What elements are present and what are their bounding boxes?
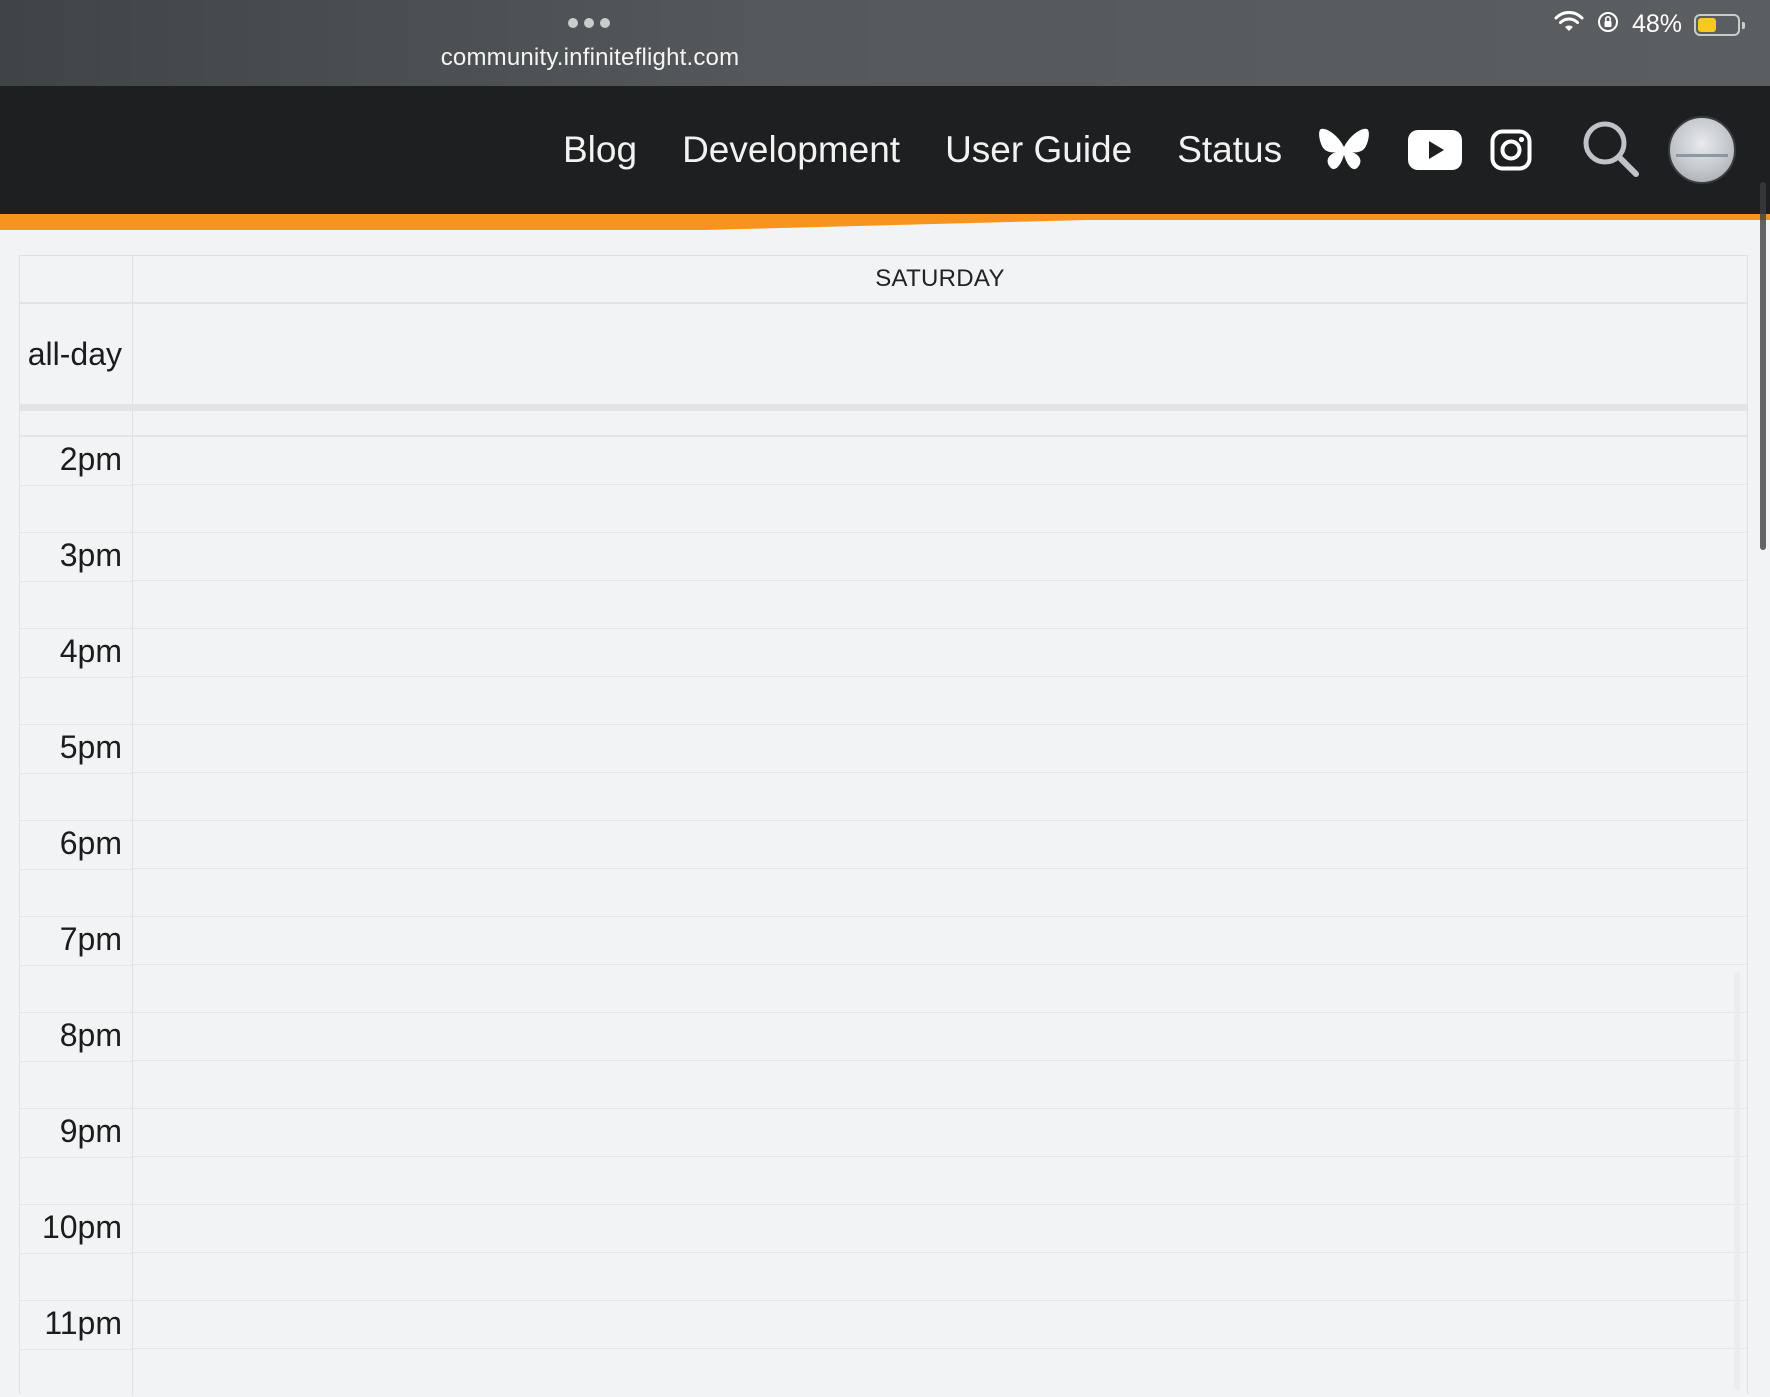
time-axis-cell: 3pm <box>20 532 133 628</box>
hour-row: 9pm <box>20 1108 1747 1204</box>
time-slot[interactable] <box>133 1012 1747 1060</box>
hour-row: 11pm <box>20 1300 1747 1396</box>
hour-slot <box>133 1204 1747 1300</box>
hour-label: 7pm <box>59 921 122 957</box>
time-axis-header <box>20 256 133 302</box>
time-slot[interactable] <box>133 772 1747 820</box>
battery-icon <box>1694 13 1745 36</box>
time-axis-cell: 5pm <box>20 724 133 820</box>
hour-slot <box>133 1012 1747 1108</box>
time-slot[interactable] <box>133 916 1747 964</box>
nav-link-blog[interactable]: Blog <box>563 129 637 171</box>
hour-label: 4pm <box>59 633 122 669</box>
hour-slot <box>133 820 1747 916</box>
time-slot[interactable] <box>133 532 1747 580</box>
hour-slot <box>133 724 1747 820</box>
youtube-icon[interactable] <box>1408 130 1462 170</box>
orientation-lock-icon <box>1596 10 1620 39</box>
time-slot[interactable] <box>133 1060 1747 1108</box>
hour-label: 11pm <box>44 1305 122 1341</box>
hour-slot <box>133 436 1747 532</box>
more-dots-icon[interactable] <box>568 18 610 28</box>
hour-slot <box>133 916 1747 1012</box>
time-slot[interactable] <box>133 411 1747 435</box>
site-header: Blog Development User Guide Status <box>0 86 1770 214</box>
header-accent-bar <box>0 214 1770 230</box>
time-axis-cell: 10pm <box>20 1204 133 1300</box>
system-status: 48% <box>1554 10 1745 39</box>
time-axis-cell: 8pm <box>20 1012 133 1108</box>
wifi-icon <box>1554 11 1584 38</box>
time-slot[interactable] <box>133 580 1747 628</box>
time-slot[interactable] <box>133 676 1747 724</box>
time-axis-cell: 4pm <box>20 628 133 724</box>
hour-row: 6pm <box>20 820 1747 916</box>
hour-row: 5pm <box>20 724 1747 820</box>
time-axis-cell: 9pm <box>20 1108 133 1204</box>
time-slot[interactable] <box>133 628 1747 676</box>
instagram-icon[interactable] <box>1490 129 1532 171</box>
time-grid: 2pm 3pm 4pm 5pm 6pm 7pm 8pm 9pm 10pm 11pm <box>20 436 1747 1396</box>
allday-label: all-day <box>20 304 133 404</box>
time-slot[interactable] <box>133 1108 1747 1156</box>
time-slot[interactable] <box>133 1300 1747 1348</box>
hour-row: 7pm <box>20 916 1747 1012</box>
butterfly-icon[interactable] <box>1318 127 1370 173</box>
time-axis-cell: 2pm <box>20 436 133 532</box>
hour-slot <box>133 628 1747 724</box>
social-icons <box>1318 86 1532 214</box>
hour-label: 5pm <box>59 729 122 765</box>
time-slot[interactable] <box>133 1204 1747 1252</box>
time-axis-cell: 6pm <box>20 820 133 916</box>
hour-label: 6pm <box>59 825 122 861</box>
hour-row: 8pm <box>20 1012 1747 1108</box>
allday-row: all-day <box>20 304 1747 411</box>
hour-row: 10pm <box>20 1204 1747 1300</box>
time-slot[interactable] <box>133 1348 1747 1396</box>
hour-label: 10pm <box>41 1209 122 1245</box>
nav-link-status[interactable]: Status <box>1177 129 1282 171</box>
day-header: SATURDAY <box>875 265 1005 292</box>
time-slot[interactable] <box>133 868 1747 916</box>
hour-label: 9pm <box>59 1113 122 1149</box>
time-slot[interactable] <box>133 1156 1747 1204</box>
calendar-scrollbar[interactable] <box>1734 972 1740 1390</box>
hour-label: 8pm <box>59 1017 122 1053</box>
hour-row: 4pm <box>20 628 1747 724</box>
url-label[interactable]: community.infiniteflight.com <box>330 44 850 72</box>
calendar-header: SATURDAY <box>20 256 1747 304</box>
hour-slot <box>133 532 1747 628</box>
hour-label: 3pm <box>59 537 122 573</box>
time-slot[interactable] <box>133 724 1747 772</box>
hour-label: 2pm <box>59 441 122 477</box>
search-icon[interactable] <box>1580 118 1642 185</box>
page-scrollbar[interactable] <box>1760 182 1766 550</box>
time-axis-cell: 7pm <box>20 916 133 1012</box>
time-slot[interactable] <box>133 820 1747 868</box>
time-slot[interactable] <box>133 1252 1747 1300</box>
time-slot[interactable] <box>133 436 1747 484</box>
time-slot-partial <box>20 411 1747 436</box>
time-axis-cell: 11pm <box>20 1300 133 1396</box>
calendar-day-view: SATURDAY all-day 2pm 3pm 4pm 5pm 6pm 7pm 8pm 9p… <box>19 255 1748 1396</box>
nav-link-user-guide[interactable]: User Guide <box>945 129 1132 171</box>
hour-slot <box>133 1108 1747 1204</box>
browser-status-bar: community.infiniteflight.com 48% <box>0 0 1770 86</box>
hour-row: 2pm <box>20 436 1747 532</box>
battery-percent: 48% <box>1631 10 1682 38</box>
hour-row: 3pm <box>20 532 1747 628</box>
time-slot[interactable] <box>133 964 1747 1012</box>
allday-slot[interactable] <box>133 304 1747 404</box>
header-links: Blog Development User Guide Status <box>563 86 1327 214</box>
hour-slot <box>133 1300 1747 1396</box>
user-avatar[interactable] <box>1668 116 1736 184</box>
nav-link-development[interactable]: Development <box>682 129 900 171</box>
time-slot[interactable] <box>133 484 1747 532</box>
